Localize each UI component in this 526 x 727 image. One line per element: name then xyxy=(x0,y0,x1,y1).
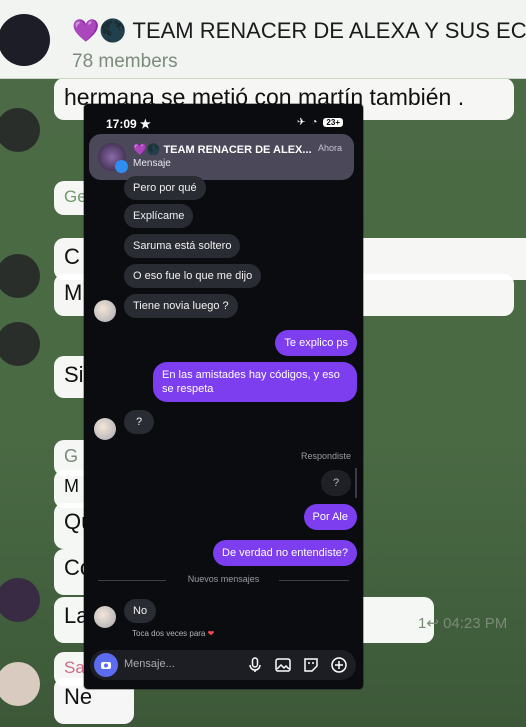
new-messages-divider: Nuevos mensajes xyxy=(98,574,349,586)
member-count: 78 members xyxy=(72,51,178,72)
outgoing-message[interactable]: Por Ale xyxy=(303,504,357,530)
status-bar: 17:09 ★ ✈ ◔ 23+ xyxy=(84,104,363,134)
notification-time: Ahora xyxy=(317,143,342,153)
incoming-message[interactable]: Saruma está soltero xyxy=(124,234,241,258)
incoming-message[interactable]: Explícame xyxy=(124,204,194,228)
double-tap-hint: Toca dos veces para ❤ xyxy=(132,629,215,638)
replied-label: Respondiste xyxy=(300,451,351,461)
replied-quote[interactable]: ? xyxy=(321,470,351,496)
message-meta: 1↩ 04:23 PM xyxy=(418,615,508,632)
gallery-icon[interactable] xyxy=(274,656,292,674)
incoming-message[interactable]: ? xyxy=(124,410,154,434)
camera-button[interactable] xyxy=(94,653,118,677)
add-icon[interactable] xyxy=(330,656,348,674)
new-messages-label: Nuevos mensajes xyxy=(187,574,260,584)
outgoing-message[interactable]: De verdad no entendiste? xyxy=(213,540,357,566)
group-title: 💜🌑 TEAM RENACER DE ALEXA Y SUS EC xyxy=(72,18,526,43)
airplane-icon: ✈ xyxy=(296,117,306,128)
notification-subtitle: Mensaje xyxy=(133,158,171,169)
telegram-badge-icon xyxy=(115,160,128,173)
incoming-message[interactable]: No xyxy=(124,599,157,623)
sender-avatar[interactable] xyxy=(94,300,116,322)
status-icons: ✈ ◔ 23+ xyxy=(297,117,343,128)
battery-indicator: 23+ xyxy=(323,118,343,127)
reply-bar xyxy=(355,468,357,498)
sticker-icon[interactable] xyxy=(302,656,320,674)
message-input[interactable]: Mensaje... xyxy=(124,658,175,670)
notification-title: 💜🌑 TEAM RENACER DE ALEX... xyxy=(133,144,312,156)
wifi-icon: ◔ xyxy=(311,117,318,128)
sender-avatar[interactable] xyxy=(94,606,116,628)
incoming-message[interactable]: Tiene novia luego ? xyxy=(124,294,238,318)
camera-icon xyxy=(101,662,111,669)
incoming-message[interactable]: Pero por qué xyxy=(124,176,206,200)
sender-avatar[interactable] xyxy=(94,418,116,440)
group-avatar[interactable] xyxy=(0,14,50,66)
incoming-message[interactable]: O eso fue lo que me dijo xyxy=(124,264,262,288)
microphone-icon[interactable] xyxy=(246,656,264,674)
heart-icon: ❤ xyxy=(207,629,215,638)
chat-header[interactable]: 💜🌑 TEAM RENACER DE ALEXA Y SUS EC 78 mem… xyxy=(0,0,526,79)
status-time: 17:09 ★ xyxy=(106,117,151,131)
message-composer[interactable]: Mensaje... xyxy=(90,650,356,680)
outgoing-message[interactable]: En las amistades hay códigos, y eso se r… xyxy=(153,362,357,402)
instagram-screenshot: 17:09 ★ ✈ ◔ 23+ 💜🌑 TEAM RENACER DE ALEX.… xyxy=(84,104,363,689)
outgoing-message[interactable]: Te explico ps xyxy=(275,330,357,356)
notification-banner[interactable]: 💜🌑 TEAM RENACER DE ALEX... Ahora Mensaje xyxy=(89,134,354,180)
